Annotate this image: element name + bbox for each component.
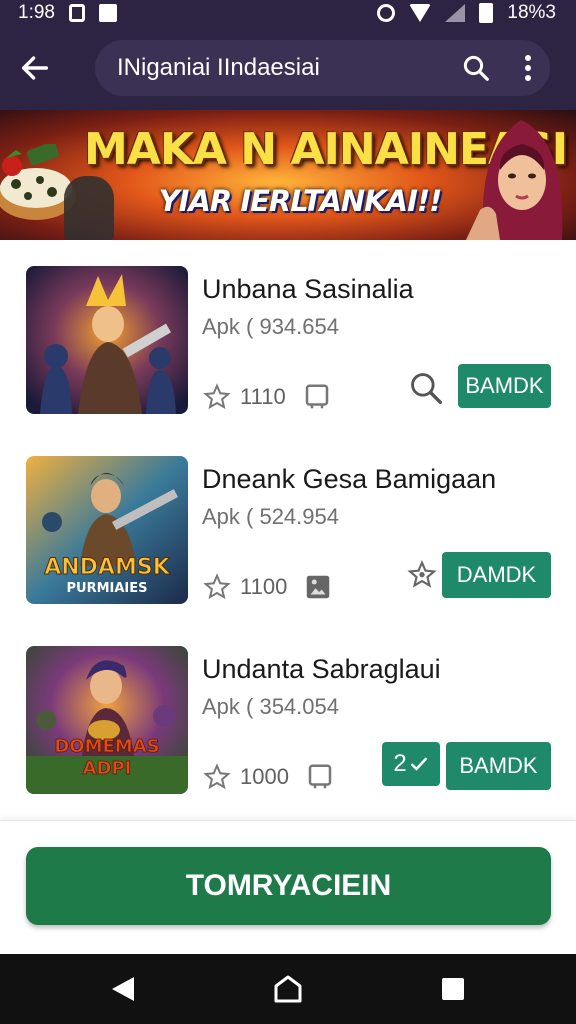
search-button[interactable] <box>446 40 506 96</box>
thumbnail-subtitle: PURMIAIES <box>66 581 147 596</box>
banner-title: MAKA N AINAINEASI <box>84 124 568 175</box>
soldier-illustration <box>64 176 114 240</box>
list-item[interactable]: ANDAMSK PURMIAIES Dneank Gesa Bamigaan A… <box>0 456 576 646</box>
badge-number: 2 <box>393 750 407 777</box>
photo-notification-icon <box>98 4 117 22</box>
app-meta: Apk ( 524.954 <box>202 504 339 529</box>
app-rating: 1110 <box>202 382 332 412</box>
app-meta: Apk ( 934.654 <box>202 314 339 339</box>
app-rating: 1100 <box>202 572 333 602</box>
status-bar: 1:98 18%3 <box>0 0 576 26</box>
battery-level: 18%3 <box>507 2 556 23</box>
download-button[interactable]: BAMDK <box>446 742 551 790</box>
search-query[interactable]: INiganiai IIndaesiai <box>117 54 446 82</box>
list-item[interactable]: Unbana Sasinalia Apk ( 934.654 1110 BAMD… <box>0 266 576 456</box>
system-nav-bar <box>0 954 576 1024</box>
star-outline-icon <box>203 573 231 600</box>
status-time: 1:98 <box>18 2 55 23</box>
bookmark-icon <box>308 764 332 789</box>
app-thumbnail[interactable]: DOMEMAS ADPI <box>26 646 188 794</box>
search-icon <box>463 55 489 81</box>
primary-action-button[interactable]: TOMRYACIEIN <box>26 847 551 925</box>
nav-recents-button[interactable] <box>421 957 485 1021</box>
woman-illustration <box>466 120 563 240</box>
bottom-action-panel: TOMRYACIEIN <box>0 820 576 954</box>
magnifier-icon <box>411 373 442 404</box>
app-thumbnail[interactable]: ANDAMSK PURMIAIES <box>26 456 188 604</box>
favorite-button[interactable] <box>402 556 442 596</box>
banner-subtitle: YIAR IERLTANKAI!! <box>158 184 443 218</box>
rating-count: 1000 <box>240 764 289 789</box>
nav-home-button[interactable] <box>256 957 320 1021</box>
download-button[interactable]: DAMDK <box>442 552 551 598</box>
more-options-button[interactable] <box>506 40 550 96</box>
search-bar[interactable]: INiganiai IIndaesiai <box>95 40 550 96</box>
app-name[interactable]: Unbana Sasinalia <box>202 274 414 305</box>
badge-star-icon <box>407 560 437 588</box>
app-name[interactable]: Undanta Sabraglaui <box>202 654 441 685</box>
rating-count: 1100 <box>240 574 288 599</box>
rating-count: 1110 <box>240 384 286 409</box>
thumbnail-title: ANDAMSK <box>44 555 170 580</box>
app-thumbnail[interactable] <box>26 266 188 414</box>
battery-icon <box>479 3 494 23</box>
image-icon <box>307 575 330 599</box>
app-rating: 1000 <box>202 762 335 792</box>
home-icon <box>274 975 302 1003</box>
promo-banner[interactable]: MAKA N AINAINEASI YIAR IERLTANKAI!! <box>0 110 576 240</box>
thumbnail-subtitle: ADPI <box>83 758 132 779</box>
app-name[interactable]: Dneank Gesa Bamigaan <box>202 464 496 495</box>
search-app-button[interactable] <box>406 368 446 408</box>
install-count-badge[interactable]: 2 <box>382 742 440 786</box>
more-vertical-icon <box>525 55 531 81</box>
nav-back-button[interactable] <box>91 957 155 1021</box>
download-button[interactable]: BAMDK <box>458 364 551 408</box>
back-button[interactable] <box>0 26 70 110</box>
app-meta: Apk ( 354.054 <box>202 694 339 719</box>
star-outline-icon <box>203 763 231 790</box>
wifi-icon <box>409 4 432 22</box>
app-bar: INiganiai IIndaesiai <box>0 26 576 110</box>
alarm-icon <box>377 4 396 22</box>
recents-square-icon <box>442 978 465 1000</box>
back-arrow-icon <box>21 56 49 80</box>
list-item[interactable]: DOMEMAS ADPI Undanta Sabraglaui Apk ( 35… <box>0 646 576 836</box>
thumbnail-title: DOMEMAS <box>54 736 159 757</box>
star-outline-icon <box>203 383 231 410</box>
checkmark-icon <box>410 757 427 771</box>
signal-icon <box>445 4 466 22</box>
back-triangle-icon <box>111 977 134 1001</box>
sim-card-icon <box>68 4 85 22</box>
bookmark-icon <box>305 384 328 409</box>
app-list: Unbana Sasinalia Apk ( 934.654 1110 BAMD… <box>0 240 576 820</box>
